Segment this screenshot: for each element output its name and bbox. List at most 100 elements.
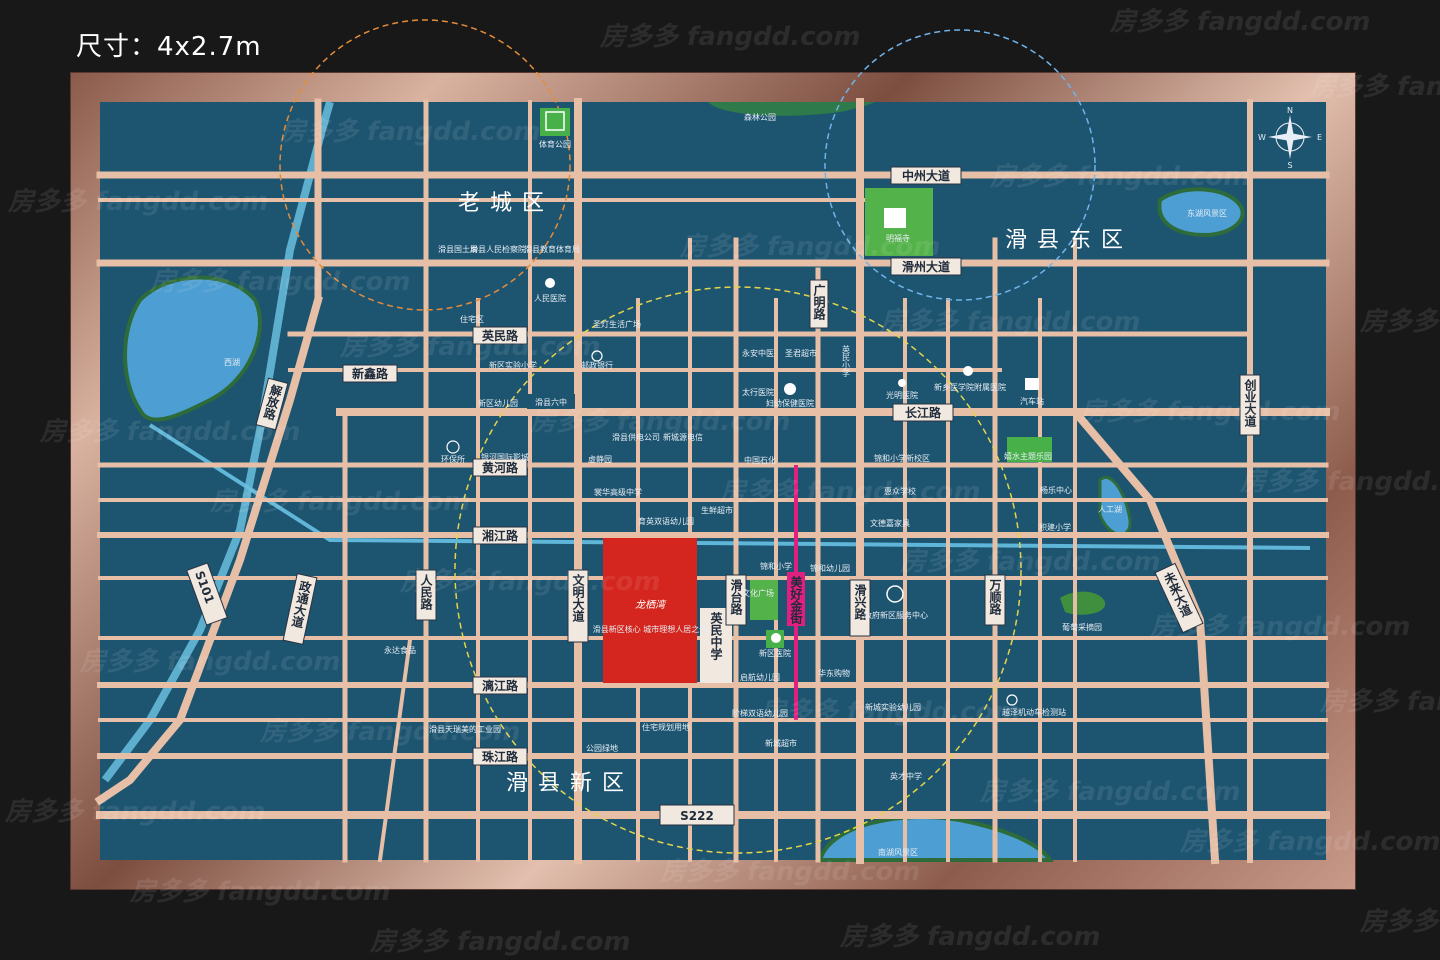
watermark: 房多多 fangdd.com xyxy=(879,307,1141,337)
watermark: 房多多 fangdd.com xyxy=(1359,307,1440,337)
poi-yongda: 永达食品 xyxy=(384,645,416,655)
poi-guangming-hospital: 光明医院 xyxy=(886,390,918,400)
watermark: 房多多 fangdd.com xyxy=(1239,467,1440,497)
poi-xujing: 虚静园 xyxy=(588,454,612,464)
road-label-huatai: 滑台路 xyxy=(729,578,743,616)
poi-court: 滑县人民检察院 xyxy=(470,244,526,254)
poi-plaza: 圣灯生活广场 xyxy=(593,319,641,329)
district-old-city: 老城区 xyxy=(458,191,554,216)
watermark: 房多多 fangdd.com xyxy=(1309,72,1440,102)
road-label-xiangjiang: 湘江路 xyxy=(482,528,519,543)
project-name: 龙栖湾 xyxy=(635,599,667,611)
road-label-huanghe: 黄河路 xyxy=(482,460,519,475)
poi-huanbao: 环保所 xyxy=(441,454,465,464)
yingmin-primary-label: 英民小学 xyxy=(842,344,851,377)
watermark: 房多多 fangdd.com xyxy=(369,927,631,957)
poi-jinhe-new: 锦和小学新校区 xyxy=(874,453,930,463)
poi-shengjun: 圣君超市 xyxy=(785,348,817,358)
road-label-s222: S222 xyxy=(680,809,714,823)
poi-donghu: 东湖风景区 xyxy=(1187,208,1227,218)
watermark: 房多多 fangdd.com xyxy=(759,697,1021,727)
poi-hospital: 人民医院 xyxy=(534,293,566,303)
poi-edu-bureau: 滑县教育体育局 xyxy=(524,244,580,254)
road-label-changjiang: 长江路 xyxy=(905,405,942,420)
poi-gov: 政府新区服务中心 xyxy=(864,610,928,620)
poi-qihang: 启航幼儿园 xyxy=(740,672,780,682)
hospital-icon xyxy=(771,633,781,643)
district-new: 滑县新区 xyxy=(506,771,634,796)
watermark: 房多多 fangdd.com xyxy=(719,477,981,507)
road-label-huaxian6: 滑县六中 xyxy=(535,397,567,407)
poi-water-park: 嬉水主题乐园 xyxy=(1004,451,1052,461)
poi-bus-station: 汽车站 xyxy=(1020,396,1044,406)
hospital-icon xyxy=(898,379,906,387)
poi-jinhe: 锦和小学 xyxy=(760,561,792,571)
watermark: 房多多 fangdd.com xyxy=(79,647,341,677)
road-label-lijiang: 漓江路 xyxy=(482,678,519,693)
compass-n: N xyxy=(1287,106,1293,115)
poi-yuying: 育英双语幼儿园 xyxy=(638,516,694,526)
watermark: 房多多 fangdd.com xyxy=(39,417,301,447)
poi-xincheng-market: 新城超市 xyxy=(765,738,797,748)
poi-yinhe: 银河国际影城 xyxy=(481,452,529,462)
temple-icon xyxy=(884,208,906,228)
watermark: 房多多 fangdd.com xyxy=(659,857,921,887)
poi-village-medical: 新乡医学院附属医院 xyxy=(934,382,1006,392)
compass-e: E xyxy=(1317,133,1322,142)
road-label-guangming: 广明路 xyxy=(812,283,826,321)
watermark: 房多多 fangdd.com xyxy=(839,922,1101,952)
watermark: 房多多 fangdd.com xyxy=(7,187,269,217)
road-label-zhongzhou: 中州大道 xyxy=(902,168,950,183)
poi-yongan: 永安中医 xyxy=(742,348,774,358)
watermark: 房多多 fangdd.com xyxy=(399,567,661,597)
poi-jinhe-kg: 锦和幼儿园 xyxy=(810,563,850,573)
watermark: 房多多 fangdd.com xyxy=(1319,687,1440,717)
watermark: 房多多 fangdd.com xyxy=(979,777,1241,807)
hospital-icon xyxy=(545,278,555,288)
watermark: 房多多 fangdd.com xyxy=(1149,612,1411,642)
watermark: 房多多 fangdd.com xyxy=(149,267,411,297)
watermark: 房多多 fangdd.com xyxy=(1079,397,1341,427)
poi-changle: 畅乐中心 xyxy=(1040,485,1072,495)
watermark: 房多多 fangdd.com xyxy=(1179,827,1440,857)
yingmin-middle-label: 英民中学 xyxy=(709,611,723,661)
poi-huadong: 华东购物 xyxy=(818,668,850,678)
poi-sports-park: 体育公园 xyxy=(539,139,571,149)
road-label-meihao: 美好金街 xyxy=(789,575,803,625)
watermark: 房多多 fangdd.com xyxy=(279,117,541,147)
poi-wendao: 文德嘉家具 xyxy=(870,518,910,528)
bus-icon xyxy=(1025,378,1039,390)
watermark: 房多多 fangdd.com xyxy=(989,162,1251,192)
culture-plaza-block xyxy=(750,580,778,620)
poi-xinqu-hospital: 新区医院 xyxy=(759,648,791,658)
watermark: 房多多 fangdd.com xyxy=(1109,7,1371,37)
poi-forest-park: 森林公园 xyxy=(744,112,776,122)
poi-nanhu: 南湖风景区 xyxy=(878,847,918,857)
watermark: 房多多 fangdd.com xyxy=(679,232,941,262)
compass-s: S xyxy=(1287,161,1292,170)
poi-culture-plaza: 文化广场 xyxy=(742,588,774,598)
watermark: 房多多 fangdd.com xyxy=(1359,907,1440,937)
poi-putao: 葡萄采摘园 xyxy=(1062,622,1102,632)
watermark: 房多多 fangdd.com xyxy=(899,547,1161,577)
poi-residential-1: 住宅区 xyxy=(460,314,484,324)
watermark: 房多多 fangdd.com xyxy=(599,22,861,52)
poi-taihang: 太行医院 xyxy=(742,387,774,397)
poi-rengong: 人工湖 xyxy=(1098,505,1122,514)
poi-jixin: 积建小学 xyxy=(1039,522,1071,532)
poi-yuhua-high: 裳华高级中学 xyxy=(594,487,642,497)
district-east: 滑县东区 xyxy=(1005,228,1133,253)
road-label-wanshun: 万顺路 xyxy=(988,579,1002,616)
poi-park: 公园绿地 xyxy=(586,743,618,753)
project-tagline: 滑县新区核心 城市理想人居之作 xyxy=(593,624,708,634)
watermark: 房多多 fangdd.com xyxy=(129,877,391,907)
poi-plan: 住宅规划用地 xyxy=(642,722,690,732)
watermark: 房多多 fangdd.com xyxy=(529,407,791,437)
poi-yingcai: 英才中学 xyxy=(890,771,922,781)
location-map: 龙栖湾 滑县新区核心 城市理想人居之作 英民中学 老城区 滑县东区 滑县新区 中… xyxy=(4,7,1440,957)
watermark: 房多多 fangdd.com xyxy=(4,797,266,827)
poi-kindergarten: 新区幼儿园 xyxy=(478,398,518,408)
poi-xihu: 西湖 xyxy=(224,358,240,367)
road-label-xinxin: 新鑫路 xyxy=(352,366,389,381)
watermark: 房多多 fangdd.com xyxy=(259,717,521,747)
